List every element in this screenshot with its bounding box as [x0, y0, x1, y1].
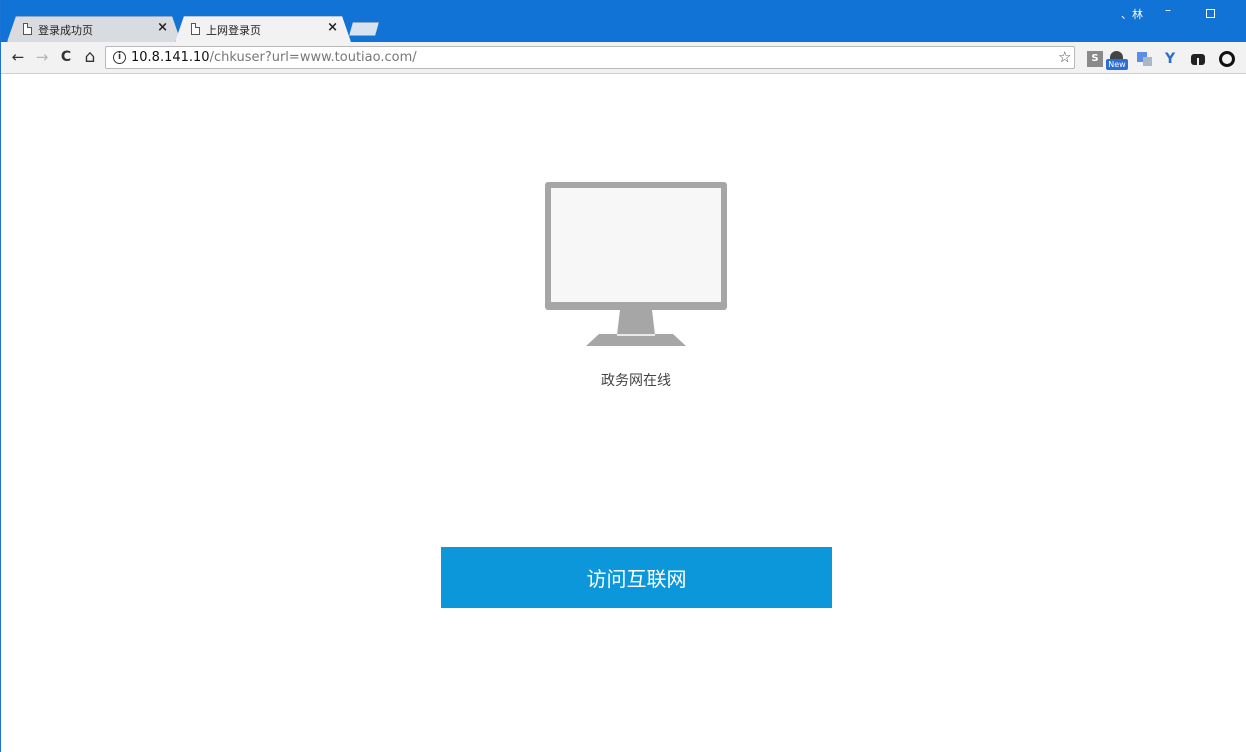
back-icon[interactable]: ← [9, 48, 27, 66]
browser-toolbar: ← → C ⌂ i 10.8.141.10/chkuser?url=www.to… [1, 42, 1246, 74]
tab-login-success[interactable]: 登录成功页 × [7, 16, 181, 42]
translate-extension-icon[interactable] [1137, 51, 1153, 67]
address-bar[interactable]: i 10.8.141.10/chkuser?url=www.toutiao.co… [105, 46, 1075, 69]
new-badge: New [1106, 59, 1128, 70]
forward-icon[interactable]: → [33, 48, 51, 66]
url-text[interactable]: 10.8.141.10/chkuser?url=www.toutiao.com/ [131, 50, 417, 65]
extension-v-icon[interactable]: Y [1165, 51, 1181, 67]
tab-strip: 登录成功页 × 上网登录页 × 、林 – [1, 0, 1246, 42]
profile-button[interactable]: 、林 [1121, 6, 1143, 22]
star-icon[interactable]: ☆ [1058, 48, 1071, 66]
info-icon[interactable]: i [113, 51, 126, 64]
maximize-button[interactable] [1206, 9, 1215, 18]
page-content: 政务网在线 访问互联网 [1, 75, 1246, 752]
url-host: 10.8.141.10 [131, 50, 210, 65]
browser-window: 登录成功页 × 上网登录页 × 、林 – ← → C ⌂ i 10.8.141.… [0, 0, 1246, 752]
new-tab-button[interactable] [349, 22, 379, 36]
minimize-button[interactable]: – [1165, 3, 1171, 17]
page-icon [23, 23, 32, 35]
extension-reader-icon[interactable] [1190, 51, 1206, 67]
home-icon[interactable]: ⌂ [81, 48, 99, 66]
tab-title: 登录成功页 [38, 24, 93, 37]
tab-title: 上网登录页 [206, 24, 261, 37]
extension-new-icon[interactable]: New [1106, 51, 1128, 70]
page-icon [191, 23, 200, 35]
tab-internet-login[interactable]: 上网登录页 × [175, 16, 351, 42]
extension-s-icon[interactable]: S [1087, 51, 1103, 67]
extension-circle-icon[interactable] [1219, 51, 1235, 67]
visit-internet-button[interactable]: 访问互联网 [441, 547, 832, 608]
monitor-icon [545, 182, 727, 346]
close-icon[interactable]: × [327, 20, 338, 35]
status-caption: 政务网在线 [601, 373, 671, 389]
reload-icon[interactable]: C [57, 48, 75, 66]
url-path: /chkuser?url=www.toutiao.com/ [209, 50, 417, 65]
close-icon[interactable]: × [157, 20, 168, 35]
